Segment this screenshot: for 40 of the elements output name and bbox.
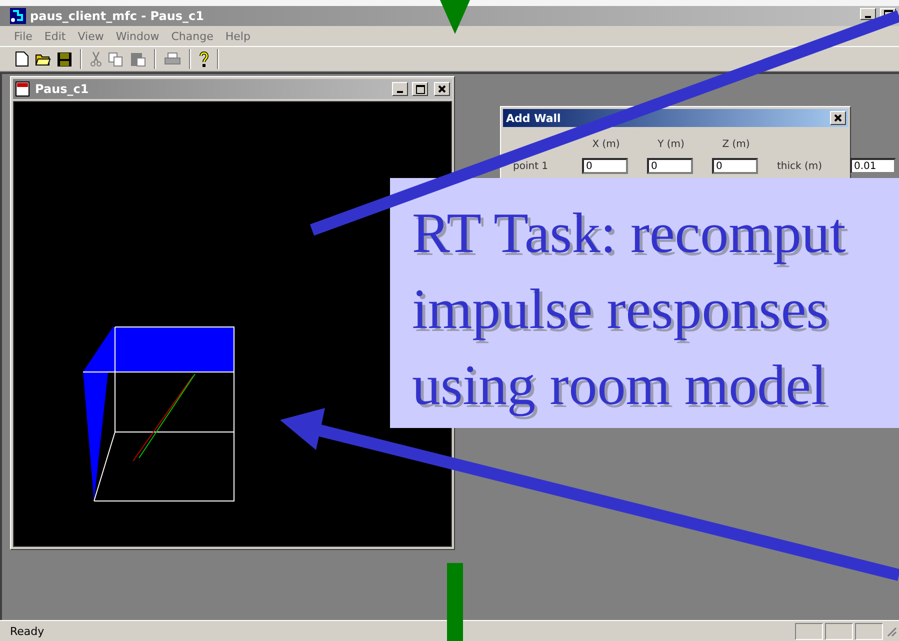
- column-label: Y (m): [656, 139, 686, 150]
- column-label: Z (m): [721, 139, 751, 150]
- maximize-button[interactable]: [412, 82, 428, 96]
- menu-item[interactable]: Help: [219, 30, 256, 42]
- app-icon: [10, 8, 26, 24]
- marker-triangle: [440, 0, 470, 34]
- coordinate-field[interactable]: 0: [647, 158, 693, 174]
- close-button[interactable]: [434, 82, 450, 96]
- dialog-title: Add Wall: [506, 112, 561, 124]
- new-document-icon[interactable]: [14, 49, 30, 69]
- coordinate-field[interactable]: 0: [582, 158, 628, 174]
- status-pane: [855, 622, 883, 640]
- help-icon[interactable]: [198, 49, 210, 69]
- row-label: point 1: [513, 160, 550, 172]
- menu-item[interactable]: View: [72, 30, 110, 42]
- menu-item[interactable]: File: [8, 30, 38, 42]
- minimize-button[interactable]: [860, 8, 876, 20]
- thickness-label: thick (m): [777, 160, 824, 172]
- minimize-button[interactable]: [392, 82, 408, 96]
- status-pane: [795, 622, 823, 640]
- window-title: paus_client_mfc - Paus_c1: [30, 9, 204, 23]
- document-icon: [15, 81, 31, 97]
- cut-icon[interactable]: [89, 49, 103, 69]
- annotation-text: impulse responses: [412, 277, 830, 343]
- window-title: Paus_c1: [35, 82, 89, 96]
- status-text: Ready: [10, 624, 44, 638]
- size-grip-icon: [885, 625, 897, 637]
- close-icon: [834, 114, 842, 122]
- menu-item[interactable]: Change: [165, 30, 220, 42]
- menu-item[interactable]: Window: [110, 30, 166, 42]
- status-pane: [825, 622, 853, 640]
- coordinate-field[interactable]: 0: [712, 158, 758, 174]
- menu-item[interactable]: Edit: [38, 30, 72, 42]
- thickness-field[interactable]: 0.01: [850, 158, 896, 174]
- column-label: X (m): [591, 139, 621, 150]
- maximize-icon: [416, 84, 424, 94]
- annotation-text: RT Task: recomput: [412, 201, 847, 267]
- annotation-text: using room model: [412, 353, 828, 419]
- close-button[interactable]: [830, 111, 846, 125]
- close-icon: [438, 85, 446, 93]
